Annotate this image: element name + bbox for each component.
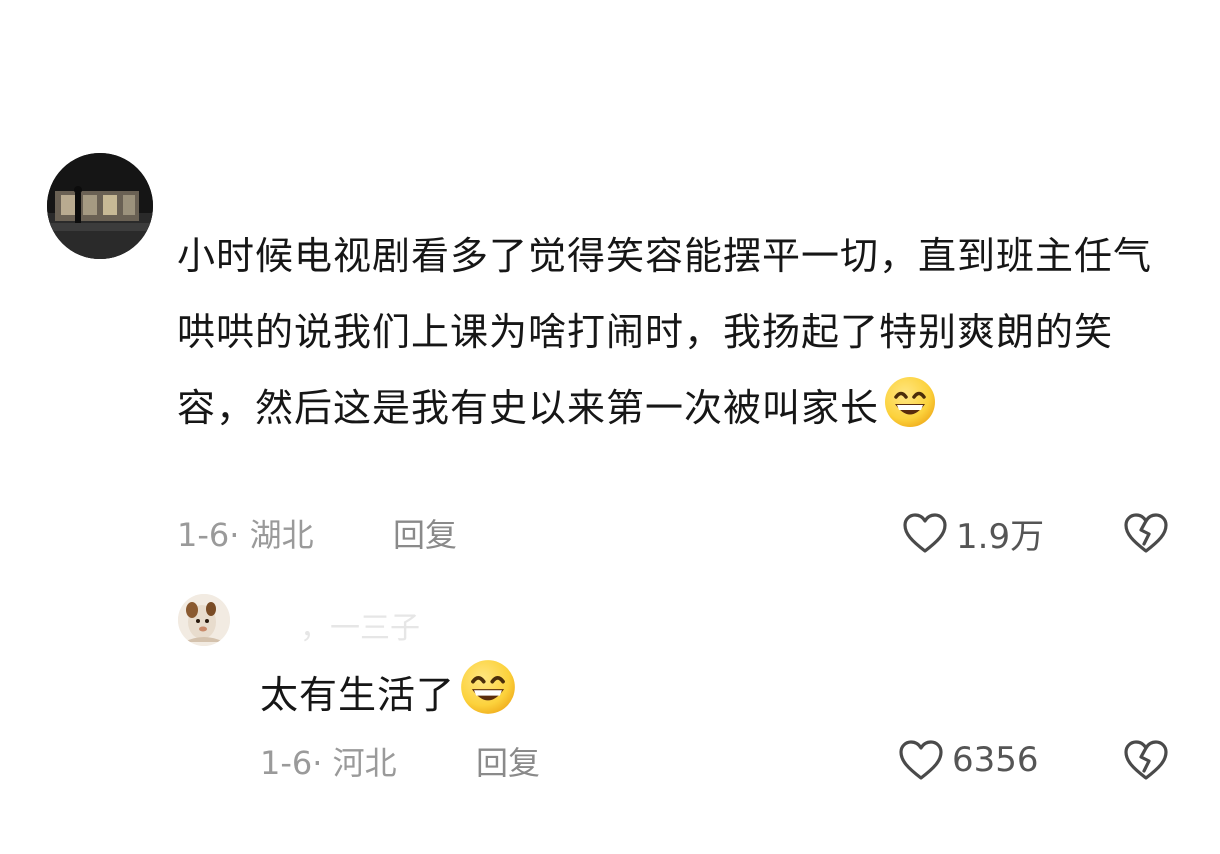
reply-meta: 1-6· 河北 (260, 741, 397, 782)
comment-reply-row: 回复 (393, 510, 457, 556)
reply-like-count: 6356 (952, 740, 1039, 780)
heart-icon (903, 513, 947, 553)
reply-avatar[interactable] (178, 594, 230, 646)
reply-date-location: 1-6· 河北 (260, 744, 397, 782)
avatar-photo (47, 153, 153, 259)
broken-heart-icon (1124, 740, 1168, 780)
reply-text: 太有生活了 (260, 673, 456, 717)
reply-reply-button[interactable]: 回复 (476, 738, 540, 784)
comment-meta: 1-6· 湖北 (177, 513, 314, 554)
like-count: 1.9万 (956, 516, 1045, 557)
grinning-face-emoji-icon (883, 375, 937, 454)
reply-reply-row: 回复 (476, 738, 540, 784)
reply-text-container: 太有生活了 (260, 658, 517, 733)
broken-heart-icon (1124, 513, 1168, 553)
reply-button[interactable]: 回复 (393, 510, 457, 556)
reply-avatar-photo (178, 594, 230, 646)
like-button[interactable]: 1.9万 (902, 511, 1045, 557)
avatar[interactable] (47, 153, 153, 259)
reply-username[interactable]: ，一三子 (300, 603, 420, 647)
comment-text: 小时候电视剧看多了觉得笑容能摆平一切，直到班主任气哄哄的说我们上课为啥打闹时，我… (177, 234, 1153, 430)
comment-text-container: 小时候电视剧看多了觉得笑容能摆平一切，直到班主任气哄哄的说我们上课为啥打闹时，我… (177, 218, 1167, 454)
grinning-face-emoji-icon (459, 658, 517, 733)
dislike-button[interactable] (1124, 512, 1168, 556)
heart-icon (899, 740, 943, 780)
comment-date-location: 1-6· 湖北 (177, 516, 314, 554)
reply-dislike-button[interactable] (1124, 739, 1168, 783)
reply-like-button[interactable]: 6356 (898, 738, 1039, 782)
